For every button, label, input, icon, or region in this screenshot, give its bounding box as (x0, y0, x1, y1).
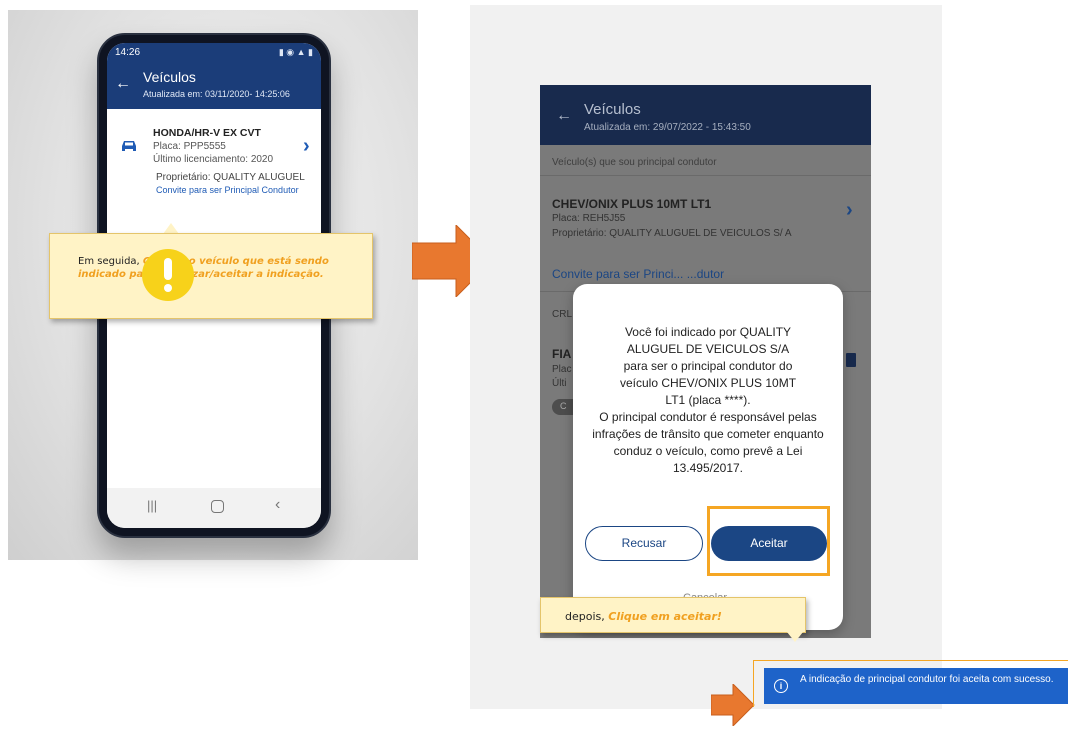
updated-timestamp: Atualizada em: 29/07/2022 - 15:43:50 (584, 122, 751, 133)
vehicle-card[interactable]: HONDA/HR-V EX CVT Placa: PPP5555 Último … (107, 109, 321, 229)
warning-icon (142, 249, 194, 301)
recent-apps-icon[interactable]: ||| (147, 498, 157, 513)
accept-button-highlight (707, 506, 830, 576)
android-nav-bar: ||| ‹ (107, 488, 321, 528)
divider (540, 175, 871, 176)
status-icons: ▮ ◉ ▲ ▮ (278, 47, 313, 57)
app-header-right: ← Veículos Atualizada em: 29/07/2022 - 1… (540, 85, 871, 145)
tooltip-pointer (787, 632, 803, 642)
dialog-legal-note: O principal condutor é responsável pelas… (592, 410, 824, 475)
app-header-left: ← Veículos Atualizada em: 03/11/2020- 14… (107, 63, 321, 109)
updated-timestamp: Atualizada em: 03/11/2020- 14:25:06 (143, 89, 290, 99)
vehicle-model[interactable]: FIA (552, 347, 571, 361)
home-icon[interactable] (211, 500, 224, 513)
status-chip: C (552, 399, 574, 415)
back-arrow-icon[interactable]: ← (115, 75, 131, 93)
vehicle-owner: Proprietário: QUALITY ALUGUEL (156, 172, 305, 183)
vehicle-plate: Placa: PPP5555 (153, 141, 226, 152)
status-time: 14:26 (115, 47, 141, 58)
confirmation-dialog: Você foi indicado por QUALITY ALUGUEL DE… (573, 284, 843, 630)
invite-link[interactable]: Convite para ser Princi... ...dutor (552, 267, 724, 281)
vehicle-last-license: Últi (552, 378, 567, 389)
vehicle-model: HONDA/HR-V EX CVT (153, 127, 261, 139)
page-title: Veículos (143, 69, 196, 85)
chevron-right-icon[interactable]: › (846, 199, 853, 222)
vehicle-model[interactable]: CHEV/ONIX PLUS 10MT LT1 (552, 197, 711, 211)
trash-icon[interactable] (846, 353, 856, 367)
page-title: Veículos (584, 101, 641, 118)
crl-section-label: CRL (552, 309, 573, 320)
status-bar: 14:26 ▮ ◉ ▲ ▮ (107, 43, 321, 63)
nav-back-icon[interactable]: ‹ (275, 496, 280, 514)
invite-link[interactable]: Convite para ser Principal Condutor (156, 185, 299, 195)
back-arrow-icon[interactable]: ← (556, 107, 572, 125)
section-heading: Veículo(s) que sou principal condutor (552, 157, 717, 168)
callout-prefix: depois, (565, 610, 609, 623)
callout-highlight: Clique em aceitar! (608, 610, 722, 623)
vehicle-plate: Plac (552, 364, 572, 375)
result-arrow-icon (711, 684, 755, 726)
instruction-callout-2: depois, Clique em aceitar! (540, 597, 806, 633)
vehicle-last-license: Último licenciamento: 2020 (153, 154, 274, 165)
car-icon (122, 141, 136, 151)
chevron-right-icon[interactable]: › (303, 135, 310, 158)
toast-message: A indicação de principal condutor foi ac… (800, 674, 1054, 685)
info-icon: i (774, 679, 788, 693)
success-toast: i A indicação de principal condutor foi … (764, 668, 1068, 704)
vehicle-plate: Placa: REH5J55 (552, 213, 626, 224)
dialog-message: Você foi indicado por QUALITY ALUGUEL DE… (619, 325, 797, 407)
reject-button[interactable]: Recusar (585, 526, 703, 561)
callout-prefix: Em seguida, (78, 256, 143, 267)
vehicle-owner: Proprietário: QUALITY ALUGUEL DE VEICULO… (552, 228, 792, 239)
instruction-callout-1: Em seguida, Clique no veículo que está s… (49, 233, 373, 319)
